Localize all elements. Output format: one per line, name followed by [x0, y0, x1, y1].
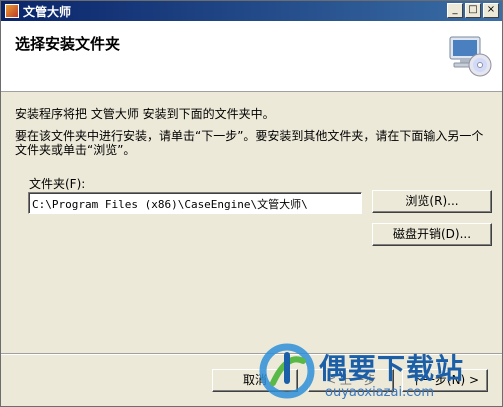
wizard-header: 选择安装文件夹 — [1, 21, 502, 92]
browse-button[interactable]: 浏览(R)... — [372, 190, 492, 213]
folder-label: 文件夹(F): — [29, 177, 86, 191]
window-controls: _ □ × — [447, 3, 499, 18]
window-title: 文管大师 — [23, 4, 72, 19]
next-button[interactable]: 下一步(N) > — [402, 369, 488, 392]
installer-window: 文管大师 _ □ × 选择安装文件夹 安装程序将把 文管大师 安装到下面的文件夹… — [0, 0, 503, 407]
folder-path-input[interactable]: C:\Program Files (x86)\CaseEngine\文管大师\ — [28, 192, 362, 214]
app-icon — [5, 4, 19, 18]
footer-divider — [1, 353, 502, 355]
page-title: 选择安装文件夹 — [15, 35, 121, 53]
disk-cost-button[interactable]: 磁盘开销(D)... — [372, 223, 492, 246]
maximize-button[interactable]: □ — [465, 3, 481, 18]
instruction-message: 要在该文件夹中进行安装，请单击“下一步”。要安装到其他文件夹，请在下面输入另一个… — [15, 129, 484, 157]
minimize-button[interactable]: _ — [447, 3, 463, 18]
title-bar[interactable]: 文管大师 _ □ × — [1, 1, 502, 21]
cancel-button[interactable]: 取消 — [212, 369, 298, 392]
close-button[interactable]: × — [483, 3, 499, 18]
computer-cd-icon — [449, 36, 492, 77]
install-location-message: 安装程序将把 文管大师 安装到下面的文件夹中。 — [15, 107, 275, 121]
back-button[interactable]: < 上一步 — [308, 369, 394, 392]
